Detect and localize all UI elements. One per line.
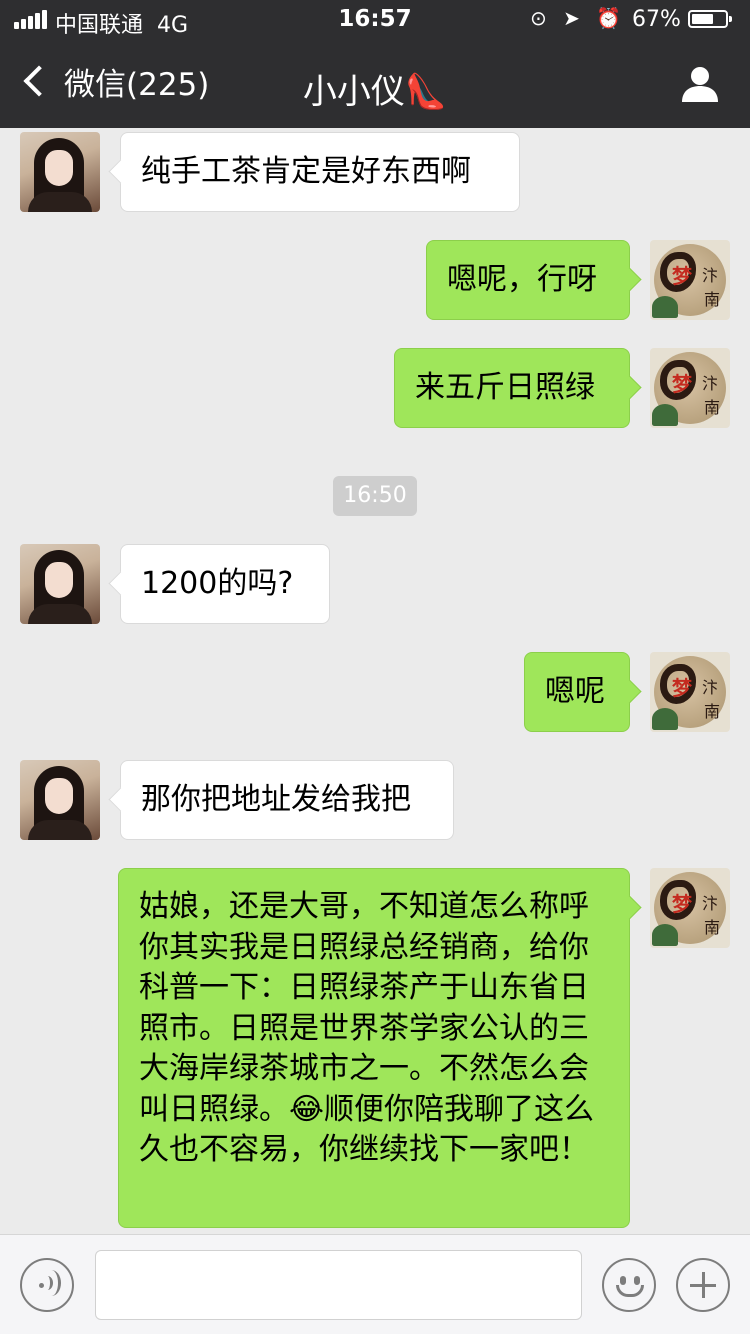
chat-title: 小小仪👠 <box>302 72 448 112</box>
status-icons: ⊙ ➤ ⏰ <box>530 6 621 30</box>
input-bar <box>0 1234 750 1334</box>
message-input[interactable] <box>95 1250 582 1320</box>
message-row: 纯手工茶肯定是好东西啊 <box>0 132 750 212</box>
message-bubble[interactable]: 纯手工茶肯定是好东西啊 <box>120 132 520 212</box>
message-bubble[interactable]: 嗯呢 <box>524 652 630 732</box>
my-avatar[interactable]: 梦汴南 <box>650 240 730 320</box>
high-heel-emoji: 👠 <box>404 72 448 112</box>
message-row: 那你把地址发给我把 <box>0 760 750 840</box>
friend-avatar[interactable] <box>20 544 100 624</box>
message-bubble[interactable]: 1200的吗? <box>120 544 330 624</box>
message-bubble[interactable]: 姑娘，还是大哥，不知道怎么称呼你其实我是日照绿总经销商，给你科普一下：日照绿茶产… <box>118 868 630 1228</box>
contact-profile-icon[interactable] <box>680 64 720 104</box>
friend-avatar[interactable] <box>20 132 100 212</box>
location-icon: ➤ <box>563 6 580 30</box>
nav-bar: 微信(225) 小小仪👠 <box>0 40 750 128</box>
my-avatar[interactable]: 梦汴南 <box>650 652 730 732</box>
alarm-icon: ⏰ <box>596 6 622 30</box>
message-row: 姑娘，还是大哥，不知道怎么称呼你其实我是日照绿总经销商，给你科普一下：日照绿茶产… <box>0 868 750 1228</box>
orientation-lock-icon: ⊙ <box>530 6 547 30</box>
message-row: 嗯呢 梦汴南 <box>0 652 750 732</box>
message-row: 来五斤日照绿 梦汴南 <box>0 348 750 428</box>
message-row: 嗯呢，行呀 梦汴南 <box>0 240 750 320</box>
message-bubble[interactable]: 嗯呢，行呀 <box>426 240 630 320</box>
voice-icon[interactable] <box>20 1258 74 1312</box>
battery-percent: 67% <box>632 7 681 32</box>
my-avatar[interactable]: 梦汴南 <box>650 348 730 428</box>
message-bubble[interactable]: 那你把地址发给我把 <box>120 760 454 840</box>
battery-icon <box>688 10 732 28</box>
message-bubble[interactable]: 来五斤日照绿 <box>394 348 630 428</box>
emoji-icon[interactable] <box>602 1258 656 1312</box>
plus-icon[interactable] <box>676 1258 730 1312</box>
my-avatar[interactable]: 梦汴南 <box>650 868 730 948</box>
message-row: 1200的吗? <box>0 544 750 624</box>
chat-area[interactable]: 纯手工茶肯定是好东西啊 嗯呢，行呀 梦汴南 来五斤日照绿 梦汴南 16:50 1… <box>0 128 750 1234</box>
friend-avatar[interactable] <box>20 760 100 840</box>
message-timestamp: 16:50 <box>333 476 417 516</box>
status-bar: 中国联通 4G 16:57 ⊙ ➤ ⏰ 67% <box>0 0 750 40</box>
